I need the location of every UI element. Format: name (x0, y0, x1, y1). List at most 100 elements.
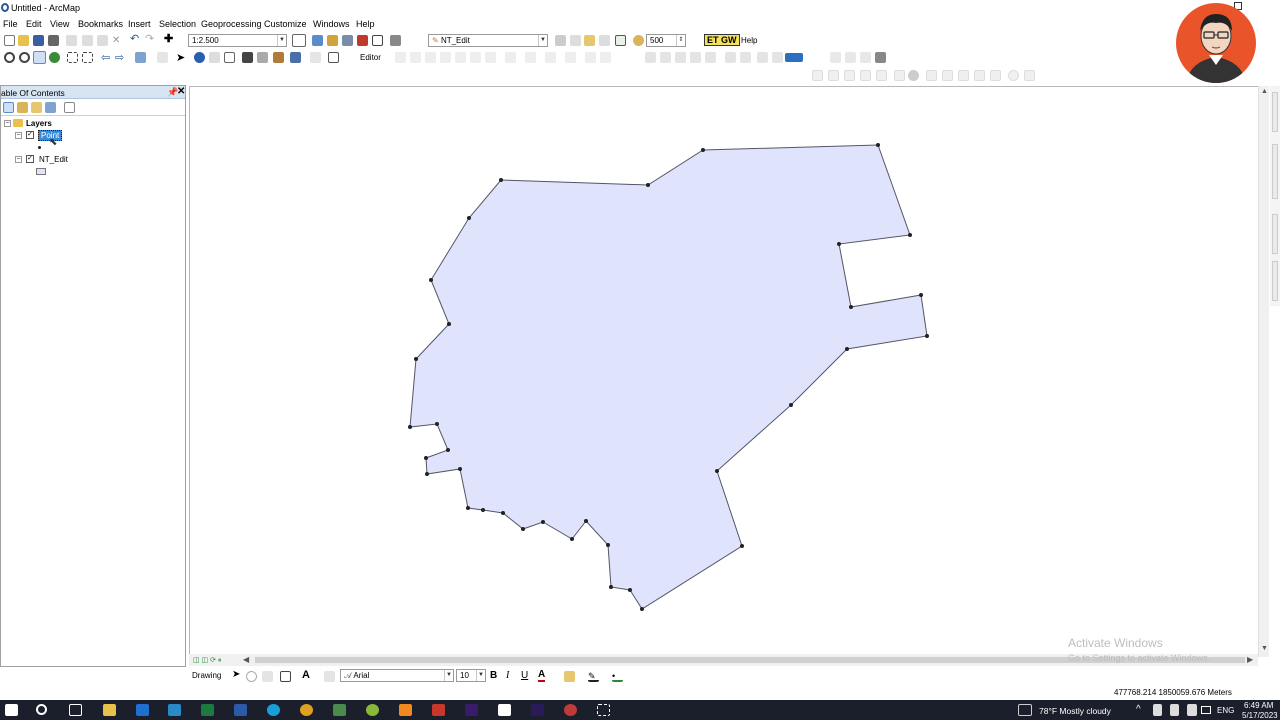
menu-file[interactable]: File (3, 19, 18, 29)
fill-color-icon[interactable] (564, 671, 575, 682)
ip-app-icon[interactable] (498, 704, 511, 716)
model-builder-icon[interactable] (390, 35, 401, 46)
fill-color-swatch-icon[interactable] (785, 53, 803, 62)
add-data-icon[interactable]: ✚ (164, 34, 175, 45)
measure-icon[interactable] (273, 52, 284, 63)
font-family-select[interactable]: 𝒜 Arial ▼ (340, 669, 454, 682)
vertex-marker[interactable] (908, 233, 912, 237)
cut-icon[interactable] (66, 35, 77, 46)
new-text-tool[interactable]: A (302, 669, 310, 681)
language-indicator[interactable]: ENG (1217, 706, 1234, 715)
chrome-icon[interactable] (300, 704, 313, 716)
delete-icon[interactable]: ✕ (112, 35, 123, 46)
map-view[interactable] (189, 86, 1269, 657)
weather-icon[interactable] (1018, 704, 1032, 716)
table-of-contents-icon[interactable] (312, 35, 323, 46)
windows-start-icon[interactable] (5, 704, 18, 716)
sketch-tool-icon[interactable] (570, 35, 581, 46)
close-icon[interactable]: ✕ (177, 86, 185, 97)
tray-chevron-up-icon[interactable]: ^ (1136, 704, 1141, 715)
collapse-layers-icon[interactable]: − (4, 120, 11, 127)
vertical-scrollbar[interactable]: ▲ ▼ (1258, 86, 1269, 657)
scroll-up-icon[interactable]: ▲ (1261, 88, 1268, 95)
menu-selection[interactable]: Selection (159, 19, 196, 29)
editor-menu-button[interactable]: Editor (360, 53, 381, 62)
select-features-icon[interactable] (135, 52, 146, 63)
vertex-marker[interactable] (446, 448, 450, 452)
vertex-marker[interactable] (499, 178, 503, 182)
fixed-zoom-in-icon[interactable] (67, 52, 78, 63)
vertex-marker[interactable] (481, 508, 485, 512)
task-view-icon[interactable] (69, 704, 82, 716)
full-extent-icon[interactable] (49, 52, 60, 63)
back-arrow-icon[interactable]: ⇦ (101, 51, 112, 64)
save-icon[interactable] (33, 35, 44, 46)
menu-windows[interactable]: Windows (313, 19, 350, 29)
list-by-selection-icon[interactable] (45, 102, 56, 113)
premiere-icon[interactable] (465, 704, 478, 716)
vertex-marker[interactable] (701, 148, 705, 152)
dock-tab-catalog[interactable] (1272, 214, 1278, 254)
menu-customize[interactable]: Customize (264, 19, 307, 29)
map-canvas[interactable] (190, 87, 1258, 655)
bold-button[interactable]: B (490, 670, 497, 681)
point-layer-checkbox[interactable]: ✓ (26, 131, 34, 139)
font-color-button[interactable]: A (538, 669, 546, 682)
vertex-marker[interactable] (628, 588, 632, 592)
create-viewer-icon[interactable] (328, 52, 339, 63)
rotate-element-icon[interactable] (246, 671, 257, 682)
vertex-marker[interactable] (925, 334, 929, 338)
vertex-marker[interactable] (584, 519, 588, 523)
copy-icon[interactable] (82, 35, 93, 46)
vertex-marker[interactable] (467, 216, 471, 220)
menu-edit[interactable]: Edit (26, 19, 42, 29)
new-document-icon[interactable] (4, 35, 15, 46)
vertex-marker[interactable] (521, 527, 525, 531)
catalog-icon[interactable] (327, 35, 338, 46)
collapse-point-layer-icon[interactable]: − (15, 132, 22, 139)
hyperlink-icon[interactable] (209, 52, 220, 63)
menu-insert[interactable]: Insert (128, 19, 151, 29)
help-menu-button[interactable]: Help (741, 36, 757, 45)
qgis-icon[interactable] (366, 704, 379, 716)
menu-view[interactable]: View (50, 19, 69, 29)
snap-tolerance-input[interactable]: 500 ⇕ (646, 34, 686, 47)
arcmap-taskbar-icon[interactable] (333, 704, 346, 716)
rectangle-draw-icon[interactable] (280, 671, 291, 682)
undo-icon[interactable]: ↶ (130, 34, 141, 45)
select-elements-icon[interactable]: ➤ (176, 51, 187, 64)
nt-edit-layer-label[interactable]: NT_Edit (39, 155, 68, 164)
vertex-marker[interactable] (466, 506, 470, 510)
layout-view-icon[interactable]: ◫ ◫ ⟳ ⏸ (193, 656, 221, 665)
zoom-in-icon[interactable] (4, 52, 15, 63)
scroll-left-icon[interactable]: ◀ (243, 655, 249, 664)
vertex-marker[interactable] (447, 322, 451, 326)
network-icon[interactable] (1187, 704, 1197, 716)
vertex-marker[interactable] (740, 544, 744, 548)
trace-tool-icon[interactable] (599, 35, 610, 46)
arctoolbox-icon[interactable] (357, 35, 368, 46)
file-explorer-icon[interactable] (103, 704, 116, 716)
snapping-icon[interactable] (584, 35, 595, 46)
mail-icon[interactable] (136, 704, 149, 716)
dock-tab-arctoolbox[interactable] (1272, 144, 1278, 199)
etgw-button[interactable]: ET GW (704, 34, 740, 46)
after-effects-icon[interactable] (531, 704, 544, 716)
list-by-source-icon[interactable] (17, 102, 28, 113)
time-slider-icon[interactable] (310, 52, 321, 63)
open-folder-icon[interactable] (18, 35, 29, 46)
vertex-marker[interactable] (414, 357, 418, 361)
vertex-marker[interactable] (715, 469, 719, 473)
vertex-marker[interactable] (429, 278, 433, 282)
vertex-marker[interactable] (424, 456, 428, 460)
vertex-marker[interactable] (606, 543, 610, 547)
vertex-marker[interactable] (640, 607, 644, 611)
vertex-marker[interactable] (849, 305, 853, 309)
zoom-out-icon[interactable] (19, 52, 30, 63)
fixed-zoom-out-icon[interactable] (82, 52, 93, 63)
recorder-icon[interactable] (564, 704, 577, 716)
vertex-marker[interactable] (501, 511, 505, 515)
vertex-marker[interactable] (408, 425, 412, 429)
vertex-marker[interactable] (570, 537, 574, 541)
layers-group-label[interactable]: Layers (26, 119, 52, 128)
